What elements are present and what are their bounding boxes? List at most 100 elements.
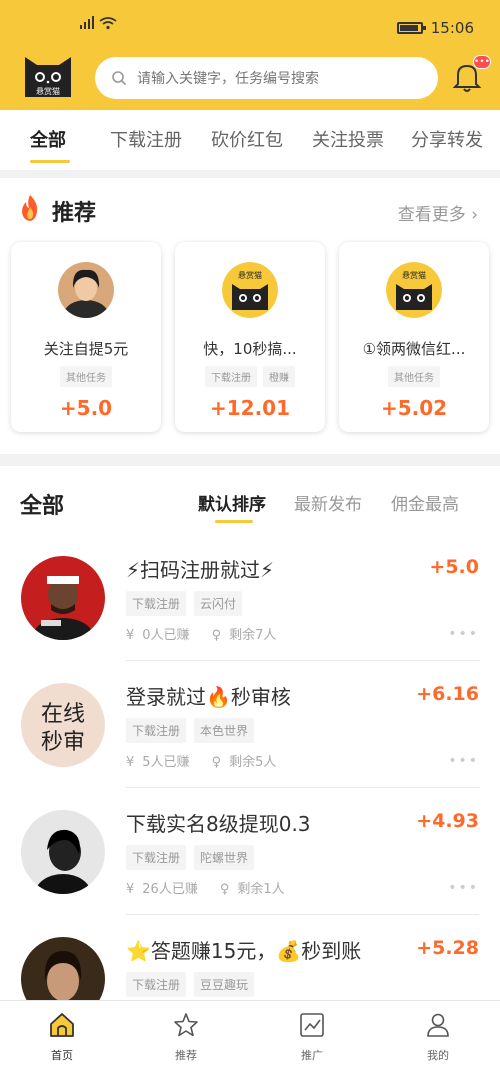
- nav-promote-label: 推广: [301, 1049, 323, 1062]
- task-avatar: [21, 556, 105, 640]
- task-tag: 豆豆趣玩: [194, 972, 255, 997]
- earned-text: 5人已赚: [142, 755, 190, 770]
- more-options-icon[interactable]: •••: [448, 626, 479, 642]
- remaining-count: ♀ 剩余1人: [220, 878, 285, 897]
- category-tabs: 全部 下载注册 砍价红包 关注投票 分享转发: [0, 110, 500, 170]
- card-tag: 下载注册: [205, 366, 257, 387]
- earned-text: 0人已赚: [142, 628, 190, 643]
- task-tag: 下载注册: [126, 972, 187, 997]
- task-price: +6.16: [416, 683, 479, 705]
- task-tag: 陀螺世界: [194, 845, 255, 870]
- sort-newest[interactable]: 最新发布: [294, 490, 362, 515]
- more-options-icon[interactable]: •••: [448, 753, 479, 769]
- sort-default[interactable]: 默认排序: [198, 490, 266, 515]
- all-tasks-section: 全部 默认排序 最新发布 佣金最高 ⚡扫码注册就过⚡ +5.0 下载注册 云闪付…: [0, 466, 500, 1000]
- yen-icon: ¥: [126, 755, 135, 770]
- avatar-text-1: 在线: [41, 702, 85, 727]
- star-icon: [174, 1013, 198, 1037]
- task-row[interactable]: ⚡扫码注册就过⚡ +5.0 下载注册 云闪付 ¥0人已赚 ♀ 剩余7人 •••: [0, 534, 500, 661]
- see-more-label: 查看更多: [397, 205, 466, 225]
- tab-download-register[interactable]: 下载注册: [110, 126, 182, 152]
- remaining-text: 剩余1人: [237, 882, 285, 897]
- status-time: 15:06: [430, 19, 474, 37]
- recommend-section: 推荐 查看更多 › 关注自提5元 其他任务 +5.0 悬赏猫 快，10秒搞...…: [0, 178, 500, 454]
- card-name: 快，10秒搞...: [203, 340, 297, 358]
- fire-icon: [22, 195, 38, 221]
- search-input[interactable]: [137, 70, 417, 86]
- nav-recommend[interactable]: 推荐: [146, 1011, 226, 1063]
- nav-recommend-label: 推荐: [175, 1049, 197, 1062]
- card-price: +5.02: [380, 396, 448, 420]
- card-avatar-logo: 悬赏猫: [222, 262, 278, 318]
- task-row[interactable]: ⭐答题赚15元，💰秒到账 +5.28 下载注册 豆豆趣玩: [0, 915, 500, 1000]
- battery-icon: [396, 22, 426, 34]
- nav-mine[interactable]: 我的: [398, 1011, 478, 1063]
- tab-share-forward[interactable]: 分享转发: [411, 126, 483, 152]
- remaining-text: 剩余7人: [229, 628, 277, 643]
- task-row[interactable]: 下载实名8级提现0.3 +4.93 下载注册 陀螺世界 ¥26人已赚 ♀ 剩余1人…: [0, 788, 500, 915]
- avatar-text-2: 秒审: [41, 730, 85, 755]
- tab-bargain-redpacket[interactable]: 砍价红包: [211, 126, 283, 152]
- task-title: ⭐答题赚15元，💰秒到账: [126, 939, 362, 963]
- task-price: +4.93: [416, 810, 479, 832]
- task-row[interactable]: 在线 秒审 登录就过🔥秒审核 +6.16 下载注册 本色世界 ¥5人已赚 ♀ 剩余…: [0, 661, 500, 788]
- sort-highest-commission[interactable]: 佣金最高: [391, 490, 459, 515]
- remaining-count: ♀ 剩余5人: [212, 751, 277, 770]
- task-tag: 下载注册: [126, 591, 187, 616]
- nav-home[interactable]: 首页: [22, 1011, 102, 1063]
- card-tag: 橙赚: [263, 366, 295, 387]
- person-icon: ♀: [219, 882, 230, 897]
- svg-text:悬赏猫: 悬赏猫: [238, 270, 262, 280]
- nav-promote[interactable]: 推广: [272, 1011, 352, 1063]
- task-tag: 下载注册: [126, 718, 187, 743]
- earned-text: 26人已赚: [142, 882, 198, 897]
- search-bar[interactable]: [95, 57, 438, 99]
- yen-icon: ¥: [126, 882, 135, 897]
- see-more-link[interactable]: 查看更多 ›: [398, 200, 478, 225]
- tab-all[interactable]: 全部: [30, 126, 66, 152]
- task-tag: 云闪付: [194, 591, 243, 616]
- recommend-title: 推荐: [52, 201, 97, 226]
- home-icon: [50, 1013, 74, 1037]
- yen-icon: ¥: [126, 628, 135, 643]
- task-avatar: [21, 810, 105, 894]
- chevron-right-icon: ›: [471, 205, 478, 225]
- user-icon: [427, 1013, 449, 1037]
- person-icon: ♀: [211, 628, 222, 643]
- task-price: +5.0: [429, 556, 479, 578]
- nav-home-label: 首页: [51, 1049, 73, 1062]
- active-sort-indicator: [215, 520, 253, 523]
- earned-count: ¥5人已赚: [126, 751, 190, 770]
- task-avatar: 在线 秒审: [21, 683, 105, 767]
- earned-count: ¥26人已赚: [126, 878, 198, 897]
- svg-text:悬赏猫: 悬赏猫: [402, 270, 426, 280]
- card-name: ①领两微信红...: [362, 340, 466, 358]
- recommend-card[interactable]: 悬赏猫 快，10秒搞... 下载注册 橙赚 +12.01: [175, 242, 325, 432]
- more-options-icon[interactable]: •••: [448, 880, 479, 896]
- active-tab-indicator: [30, 160, 70, 163]
- task-tag: 本色世界: [194, 718, 255, 743]
- nav-mine-label: 我的: [427, 1049, 449, 1062]
- signal-wifi-indicator: [74, 16, 120, 33]
- card-price: +12.01: [209, 396, 291, 420]
- card-name: 关注自提5元: [43, 340, 129, 358]
- task-price: +5.28: [416, 937, 479, 959]
- task-title: ⚡扫码注册就过⚡: [126, 558, 275, 582]
- task-title: 下载实名8级提现0.3: [126, 812, 311, 836]
- card-avatar: [58, 262, 114, 318]
- task-title: 登录就过🔥秒审核: [126, 685, 291, 709]
- tab-follow-vote[interactable]: 关注投票: [312, 126, 384, 152]
- card-tag: 其他任务: [388, 366, 440, 387]
- card-tag: 其他任务: [60, 366, 112, 387]
- all-tasks-title: 全部: [20, 494, 65, 519]
- app-header: 15:06 悬赏猫 •••: [0, 0, 500, 110]
- person-icon: ♀: [211, 755, 222, 770]
- remaining-count: ♀ 剩余7人: [212, 624, 277, 643]
- earned-count: ¥0人已赚: [126, 624, 190, 643]
- task-tag: 下载注册: [126, 845, 187, 870]
- app-logo[interactable]: 悬赏猫: [23, 55, 73, 99]
- search-icon: [112, 71, 127, 86]
- card-price: +5.0: [59, 396, 113, 420]
- recommend-card[interactable]: 关注自提5元 其他任务 +5.0: [11, 242, 161, 432]
- recommend-card[interactable]: 悬赏猫 ①领两微信红... 其他任务 +5.02: [339, 242, 489, 432]
